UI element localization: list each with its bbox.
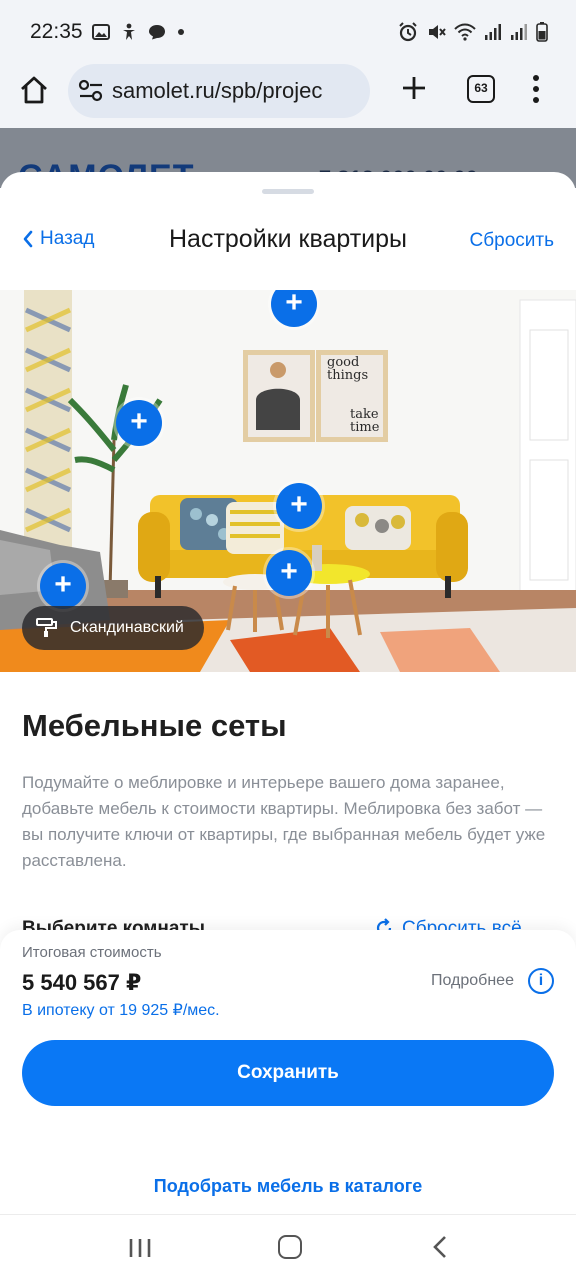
accessibility-icon [123, 23, 135, 40]
total-price: 5 540 567 ₽ [22, 970, 142, 995]
back-icon[interactable] [432, 1235, 448, 1259]
screen: 22:35 samolet.ru/spb/projec 63 САМОЛЕТ + [0, 0, 576, 1280]
mortgage-payment: В ипотеку от 19 925 ₽/мес. [22, 1002, 220, 1019]
total-panel: Итоговая стоимость 5 540 567 ₽ В ипотеку… [0, 930, 576, 1214]
browser-toolbar: samolet.ru/spb/projec 63 [0, 64, 576, 128]
alarm-icon [399, 22, 417, 42]
address-bar[interactable]: samolet.ru/spb/projec [68, 64, 370, 118]
paint-roller-icon [36, 618, 57, 637]
status-time: 22:35 [30, 20, 83, 43]
tab-switcher-button[interactable]: 63 [467, 75, 495, 103]
status-left-icons [92, 23, 186, 41]
save-button[interactable]: Сохранить [22, 1040, 554, 1106]
site-settings-icon[interactable] [78, 79, 104, 103]
svg-text:time: time [350, 420, 380, 435]
sheet-drag-handle[interactable] [262, 189, 314, 194]
url-text[interactable]: samolet.ru/spb/projec [112, 78, 362, 104]
new-tab-icon[interactable] [400, 74, 428, 102]
svg-text:things: things [327, 368, 368, 383]
system-navigation-bar [0, 1214, 576, 1280]
hotspot-sofa-button[interactable]: + [276, 483, 322, 529]
home-button-icon[interactable] [278, 1235, 302, 1259]
info-icon[interactable]: i [528, 968, 554, 994]
style-chip[interactable]: Скандинавский [22, 606, 204, 650]
section-description: Подумайте о меблировке и интерьере вашег… [22, 773, 546, 870]
dot-icon [178, 29, 184, 35]
hotspot-armchair-button[interactable]: + [40, 563, 86, 609]
hotspot-table-button[interactable]: + [266, 550, 312, 596]
details-link[interactable]: Подробнее [431, 972, 514, 990]
style-chip-label: Скандинавский [70, 619, 184, 636]
signal-icon [485, 24, 501, 40]
status-right-icons [398, 22, 548, 42]
status-bar: 22:35 [0, 0, 576, 64]
image-icon [92, 24, 110, 40]
home-icon[interactable] [18, 74, 50, 106]
signal-icon [511, 24, 527, 40]
battery-icon [536, 22, 548, 42]
section-title: Мебельные сеты [22, 708, 287, 743]
furniture-catalog-link[interactable]: Подобрать мебель в каталоге [0, 1176, 576, 1197]
mute-icon [429, 25, 446, 39]
wifi-icon [454, 23, 476, 41]
more-menu-icon[interactable] [530, 74, 542, 104]
total-label: Итоговая стоимость [22, 944, 162, 961]
chat-icon [149, 25, 165, 40]
recent-apps-icon[interactable] [128, 1237, 152, 1259]
reset-button[interactable]: Сбросить [470, 230, 554, 252]
room-interior-image: good things take time + + + + + Скандина… [0, 290, 576, 672]
hotspot-plant-button[interactable]: + [116, 400, 162, 446]
